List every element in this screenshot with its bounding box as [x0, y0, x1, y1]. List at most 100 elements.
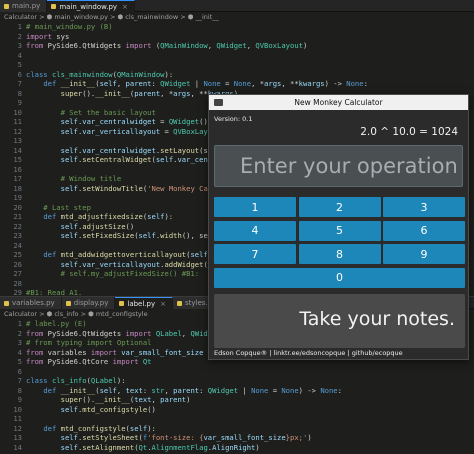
line-number: 24	[13, 240, 22, 250]
line-number: 2	[17, 31, 22, 41]
tab-display-py[interactable]: display.py	[61, 297, 116, 309]
breadcrumb: Calculator > ⬢ main_window.py > ⬢ cls_ma…	[0, 12, 474, 22]
line-number: 9	[17, 98, 22, 107]
code-text: self.mtd_configstyle()	[60, 404, 156, 414]
line-number: 8	[17, 385, 22, 395]
line-number: 1	[17, 319, 22, 328]
close-icon[interactable]: ×	[122, 1, 128, 13]
result-display: 2.0 ^ 10.0 = 1024	[360, 126, 458, 138]
code-text: from PySide6.QtWidgets import (QMainWind…	[26, 41, 308, 50]
line-number: 5	[17, 357, 22, 366]
calculator-window[interactable]: New Monkey Calculator Version: 0.1 2.0 ^…	[208, 94, 469, 360]
line-number: 7	[17, 376, 22, 385]
python-file-icon	[4, 3, 9, 9]
code-line: 6 class cls_mainwindow(QMainWindow):	[0, 70, 474, 80]
line-number: 13	[13, 136, 22, 145]
key-2[interactable]: 2	[298, 197, 381, 217]
line-number: 20	[13, 202, 22, 212]
line-number: 6	[17, 366, 22, 376]
key-9[interactable]: 9	[383, 244, 465, 264]
line-number: 15	[13, 155, 22, 164]
key-5[interactable]: 5	[298, 220, 381, 241]
line-number: 5	[17, 60, 22, 69]
line-number: 21	[13, 212, 22, 221]
code-line: 7 def __init__(self, parent: QWidget | N…	[0, 79, 474, 89]
code-text: self.setStyleSheet(f'font-size: {var_sma…	[60, 433, 312, 442]
python-file-icon	[51, 4, 57, 9]
key-4[interactable]: 4	[214, 220, 296, 241]
line-number: 8	[17, 88, 22, 98]
line-number: 7	[17, 79, 22, 88]
key-6[interactable]: 6	[383, 220, 465, 241]
line-number: 10	[13, 404, 22, 414]
window-title: New Monkey Calculator	[294, 98, 383, 107]
line-number: 9	[17, 395, 22, 404]
window-title-bar[interactable]: New Monkey Calculator	[209, 95, 468, 110]
python-file-icon	[4, 300, 9, 306]
credits-footer: Edson Copque® | linktr.ee/edsoncopque | …	[214, 349, 403, 357]
line-number: 6	[17, 69, 22, 79]
line-number: 14	[13, 145, 22, 155]
line-number: 27	[13, 269, 22, 278]
notes-text: Take your notes.	[299, 308, 455, 330]
key-7[interactable]: 7	[214, 244, 296, 264]
code-text: def __init__(self, parent: QWidget | Non…	[43, 79, 368, 88]
line-number: 28	[13, 278, 22, 288]
tab-label-py[interactable]: label.py ×	[115, 297, 173, 309]
line-number: 4	[17, 50, 22, 60]
close-icon[interactable]: ×	[160, 298, 166, 310]
code-text: import sys	[26, 31, 70, 41]
tab-variables-py[interactable]: variables.py	[0, 297, 62, 309]
line-number: 19	[13, 193, 22, 202]
top-tab-bar: main.py main_window.py ×	[0, 0, 474, 12]
code-line: 12 def mtd_configstyle(self):	[0, 424, 474, 434]
python-file-icon	[119, 301, 125, 306]
operation-input[interactable]: Enter your operation	[214, 145, 463, 187]
line-number: 12	[13, 423, 22, 433]
code-line: 4	[0, 51, 474, 61]
notes-panel[interactable]: Take your notes.	[214, 294, 465, 348]
line-number: 14	[13, 442, 22, 452]
python-file-icon	[65, 300, 71, 306]
line-number: 11	[13, 117, 22, 126]
line-number: 10	[13, 107, 22, 117]
line-number: 13	[13, 433, 22, 442]
key-3[interactable]: 3	[383, 197, 465, 217]
code-line: 11	[0, 414, 474, 424]
line-number: 1	[17, 22, 22, 31]
code-text: self.setAlignment(Qt.AlignmentFlag.Align…	[60, 442, 260, 452]
code-line: 8 def __init__(self, text: str, parent: …	[0, 386, 474, 396]
key-0[interactable]: 0	[214, 267, 465, 288]
code-line: 2 import sys	[0, 32, 474, 42]
version-label: Version: 0.1	[214, 115, 253, 123]
code-line: 9 super().__init__(text, parent)	[0, 395, 474, 405]
tab-main-window-py[interactable]: main_window.py ×	[47, 0, 135, 12]
python-file-icon	[177, 300, 182, 306]
key-1[interactable]: 1	[214, 197, 296, 217]
line-number: 25	[13, 250, 22, 259]
keypad: 1 2 3 4 5 6 7 8 9 0	[214, 197, 465, 288]
code-text: def __init__(self, text: str, parent: QW…	[43, 385, 342, 395]
code-line: 14 self.setAlignment(Qt.AlignmentFlag.Al…	[0, 443, 474, 453]
line-number: 16	[13, 164, 22, 174]
code-line: 7 class cls_info(QLabel):	[0, 376, 474, 386]
line-number: 3	[17, 41, 22, 50]
line-number: 26	[13, 259, 22, 269]
code-text: def mtd_configstyle(self):	[43, 423, 156, 433]
line-number: 18	[13, 183, 22, 193]
tab-main-py[interactable]: main.py	[0, 0, 48, 12]
key-8[interactable]: 8	[298, 244, 381, 264]
code-text: super().__init__(text, parent)	[60, 395, 191, 404]
line-number: 4	[17, 347, 22, 357]
line-number: 11	[13, 414, 22, 423]
code-line: 13 self.setStyleSheet(f'font-size: {var_…	[0, 433, 474, 443]
code-line: 5	[0, 60, 474, 70]
code-text: class cls_mainwindow(QMainWindow):	[26, 69, 174, 79]
code-text: # main_window.py (B)	[26, 22, 113, 31]
line-number: 23	[13, 231, 22, 240]
line-number: 17	[13, 174, 22, 183]
